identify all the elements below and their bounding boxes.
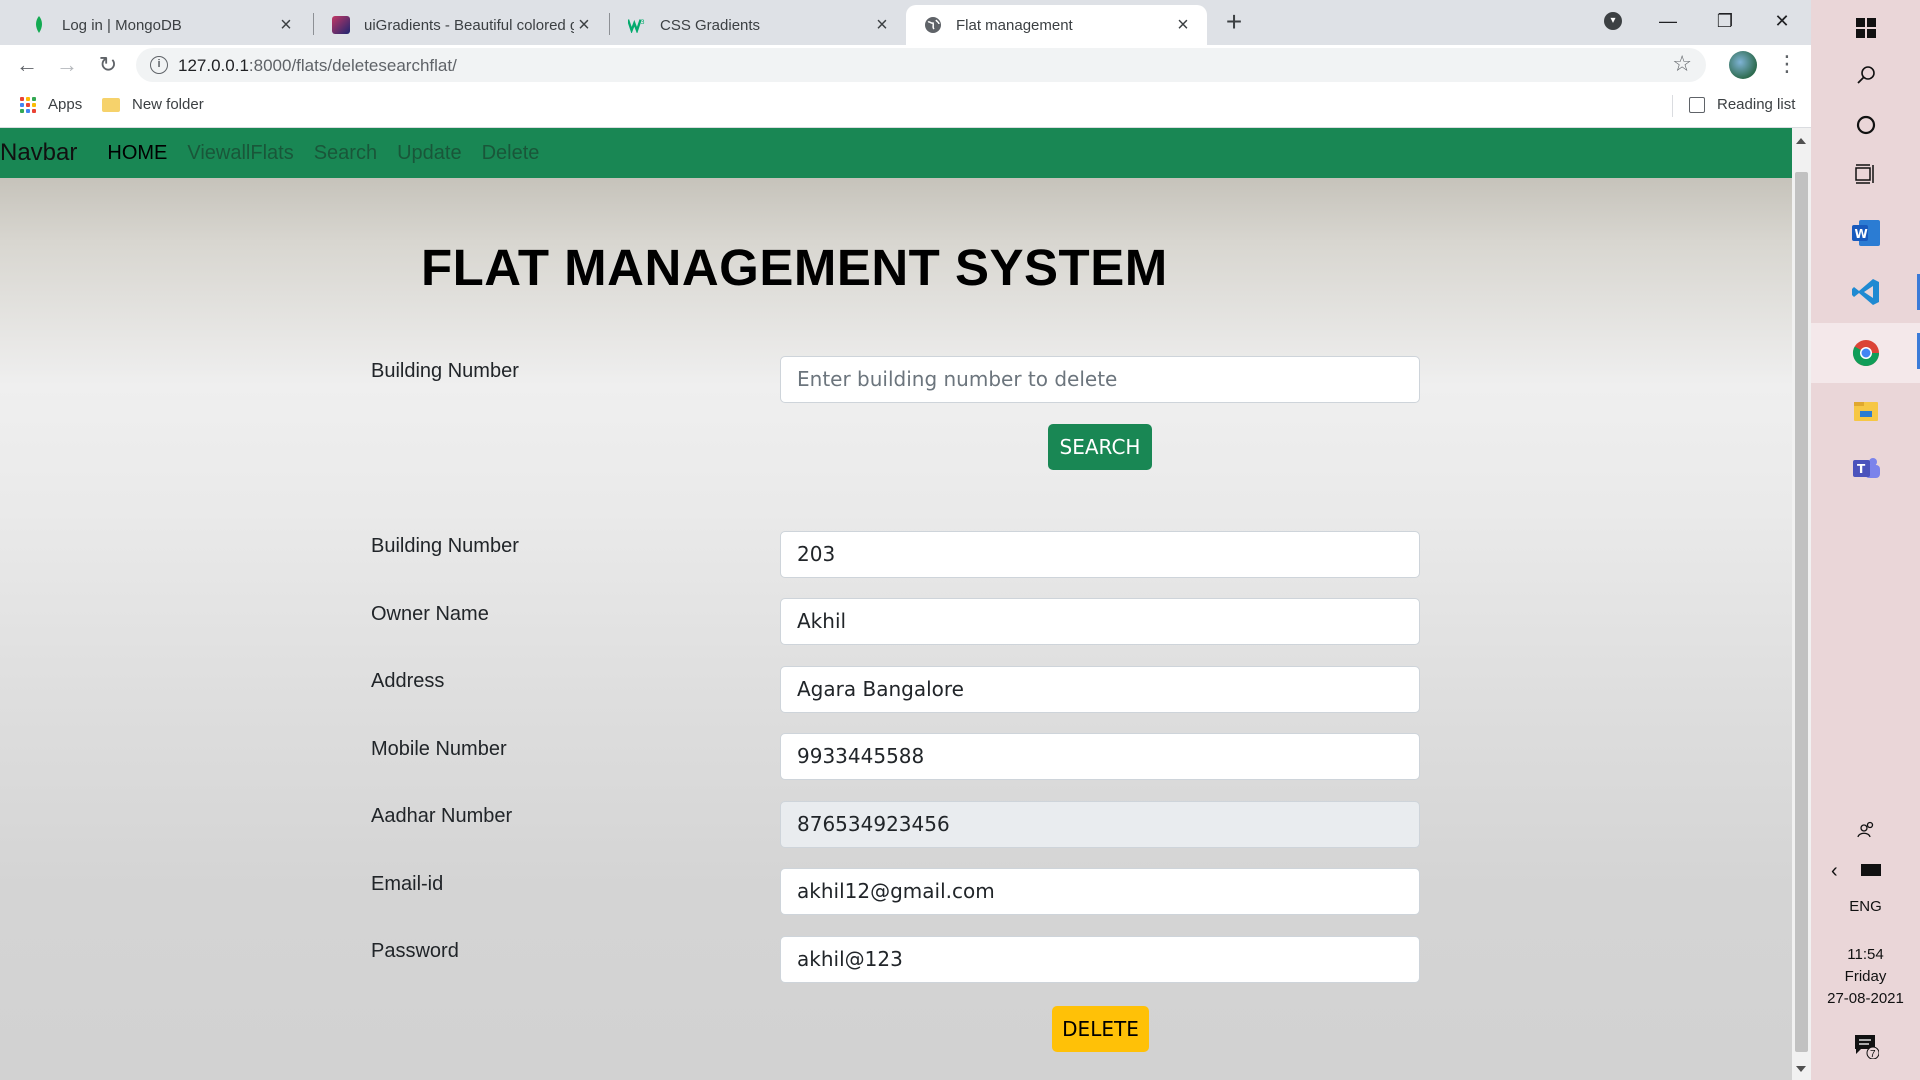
tab-title: Flat management: [956, 16, 1073, 34]
navbar-brand[interactable]: Navbar: [0, 139, 77, 167]
url-text[interactable]: 127.0.0.1:8000/flats/deletesearchflat/: [178, 56, 457, 76]
cortana-icon[interactable]: [1811, 97, 1920, 153]
svg-text:W: W: [1854, 227, 1867, 241]
new-tab-icon[interactable]: +: [1219, 8, 1249, 38]
chrome-icon[interactable]: [1811, 323, 1920, 383]
task-view-icon[interactable]: [1811, 146, 1920, 202]
folder-icon: [102, 97, 120, 112]
nav-link-viewallflats[interactable]: ViewallFlats: [187, 142, 293, 165]
site-info-icon[interactable]: i: [150, 56, 168, 74]
address-label: Address: [371, 670, 445, 692]
language-indicator[interactable]: ENG: [1811, 898, 1920, 915]
restore-icon[interactable]: ❐: [1702, 6, 1748, 36]
bookmark-apps[interactable]: Apps: [20, 96, 82, 113]
bookmark-label: Apps: [48, 96, 83, 113]
vscode-icon[interactable]: [1811, 264, 1920, 320]
page-viewport: Navbar HOME ViewallFlats Search Update D…: [0, 128, 1792, 1080]
word-icon[interactable]: W: [1811, 205, 1920, 261]
nav-link-delete[interactable]: Delete: [482, 142, 540, 165]
clock-date[interactable]: 27-08-2021: [1811, 990, 1920, 1007]
password-label: Password: [371, 940, 459, 962]
close-window-icon[interactable]: ✕: [1759, 6, 1805, 36]
bookmark-label: New folder: [132, 96, 204, 113]
page-scrollbar[interactable]: [1792, 128, 1811, 1080]
minimize-icon[interactable]: —: [1645, 6, 1691, 36]
bookmark-separator: [1672, 95, 1673, 117]
scroll-up-icon[interactable]: [1796, 138, 1806, 144]
tab-title: Log in | MongoDB: [62, 16, 182, 34]
tab-search-icon[interactable]: ▾: [1604, 12, 1622, 30]
building-number-label: Building Number: [371, 535, 519, 557]
mobile-number-field[interactable]: 9933445588: [780, 733, 1420, 780]
tab-css-gradients[interactable]: 3 CSS Gradients ×: [610, 5, 906, 45]
delete-button[interactable]: DELETE: [1052, 1006, 1149, 1052]
tray-row: ‹: [1811, 860, 1920, 884]
browser-toolbar: ← → ↻ i 127.0.0.1:8000/flats/deletesearc…: [0, 45, 1811, 85]
windows-taskbar: W T ‹ ENG 11:54 Friday 27-08-2021 7: [1811, 0, 1920, 1080]
url-path: :8000/flats/deletesearchflat/: [248, 56, 457, 75]
svg-text:3: 3: [641, 19, 645, 26]
search-icon[interactable]: [1811, 47, 1920, 103]
forward-icon[interactable]: →: [53, 51, 81, 79]
mongodb-leaf-icon: [30, 16, 48, 34]
tab-title: uiGradients - Beautiful colored gr: [364, 16, 574, 34]
profile-avatar[interactable]: [1729, 51, 1757, 79]
address-bar[interactable]: i 127.0.0.1:8000/flats/deletesearchflat/…: [136, 48, 1706, 82]
tab-title: CSS Gradients: [660, 16, 761, 34]
tab-uigradients[interactable]: uiGradients - Beautiful colored gr ×: [314, 5, 608, 45]
bookmark-label: Reading list: [1717, 96, 1796, 113]
reading-list-icon: [1689, 96, 1705, 113]
chevron-left-icon[interactable]: ‹: [1831, 860, 1838, 883]
url-host: 127.0.0.1: [178, 56, 249, 75]
uigradients-icon: [332, 16, 350, 34]
aadhar-number-label: Aadhar Number: [371, 805, 513, 827]
people-icon[interactable]: [1811, 802, 1920, 858]
building-number-field[interactable]: 203: [780, 531, 1420, 578]
tab-flat-management[interactable]: Flat management ×: [906, 5, 1207, 45]
teams-icon[interactable]: T: [1811, 441, 1920, 497]
page-title: FLAT MANAGEMENT SYSTEM: [421, 239, 1168, 296]
globe-icon: [924, 16, 942, 34]
scrollbar-thumb[interactable]: [1795, 172, 1808, 1052]
battery-icon[interactable]: [1861, 864, 1881, 876]
clock-time[interactable]: 11:54: [1811, 946, 1920, 963]
close-tab-icon[interactable]: ×: [574, 15, 594, 35]
address-field[interactable]: Agara Bangalore: [780, 666, 1420, 713]
w3schools-icon: 3: [628, 16, 646, 34]
tab-strip: Log in | MongoDB × uiGradients - Beautif…: [0, 0, 1811, 45]
nav-link-update[interactable]: Update: [397, 142, 462, 165]
password-field[interactable]: akhil@123: [780, 936, 1420, 983]
search-building-number-input[interactable]: Enter building number to delete: [780, 356, 1420, 403]
email-id-field[interactable]: akhil12@gmail.com: [780, 868, 1420, 915]
bookmark-new-folder[interactable]: New folder: [102, 96, 204, 113]
browser-menu-icon[interactable]: ⋮: [1776, 51, 1798, 79]
nav-link-search[interactable]: Search: [314, 142, 377, 165]
bookmark-star-icon[interactable]: ☆: [1672, 51, 1692, 77]
owner-name-field[interactable]: Akhil: [780, 598, 1420, 645]
svg-text:T: T: [1857, 462, 1866, 476]
scroll-down-icon[interactable]: [1796, 1066, 1806, 1072]
clock-day[interactable]: Friday: [1811, 968, 1920, 985]
notifications-icon[interactable]: 7: [1811, 1016, 1920, 1076]
bookmarks-bar: Apps New folder Reading list: [0, 85, 1811, 128]
apps-grid-icon: [20, 96, 36, 113]
notification-count: 7: [1870, 1049, 1876, 1060]
site-navbar: Navbar HOME ViewallFlats Search Update D…: [0, 128, 1792, 178]
nav-link-home[interactable]: HOME: [107, 142, 167, 165]
search-building-number-label: Building Number: [371, 360, 519, 382]
close-tab-icon[interactable]: ×: [1173, 15, 1193, 35]
close-tab-icon[interactable]: ×: [872, 15, 892, 35]
reading-list-button[interactable]: Reading list: [1689, 96, 1795, 113]
close-tab-icon[interactable]: ×: [276, 15, 296, 35]
file-explorer-icon[interactable]: [1811, 383, 1920, 439]
back-icon[interactable]: ←: [13, 51, 41, 79]
email-id-label: Email-id: [371, 873, 444, 895]
owner-name-label: Owner Name: [371, 603, 489, 625]
search-button[interactable]: SEARCH: [1048, 424, 1152, 470]
reload-icon[interactable]: ↻: [94, 51, 122, 79]
aadhar-number-field[interactable]: 876534923456: [780, 801, 1420, 848]
mobile-number-label: Mobile Number: [371, 738, 507, 760]
tab-mongodb[interactable]: Log in | MongoDB ×: [12, 5, 310, 45]
